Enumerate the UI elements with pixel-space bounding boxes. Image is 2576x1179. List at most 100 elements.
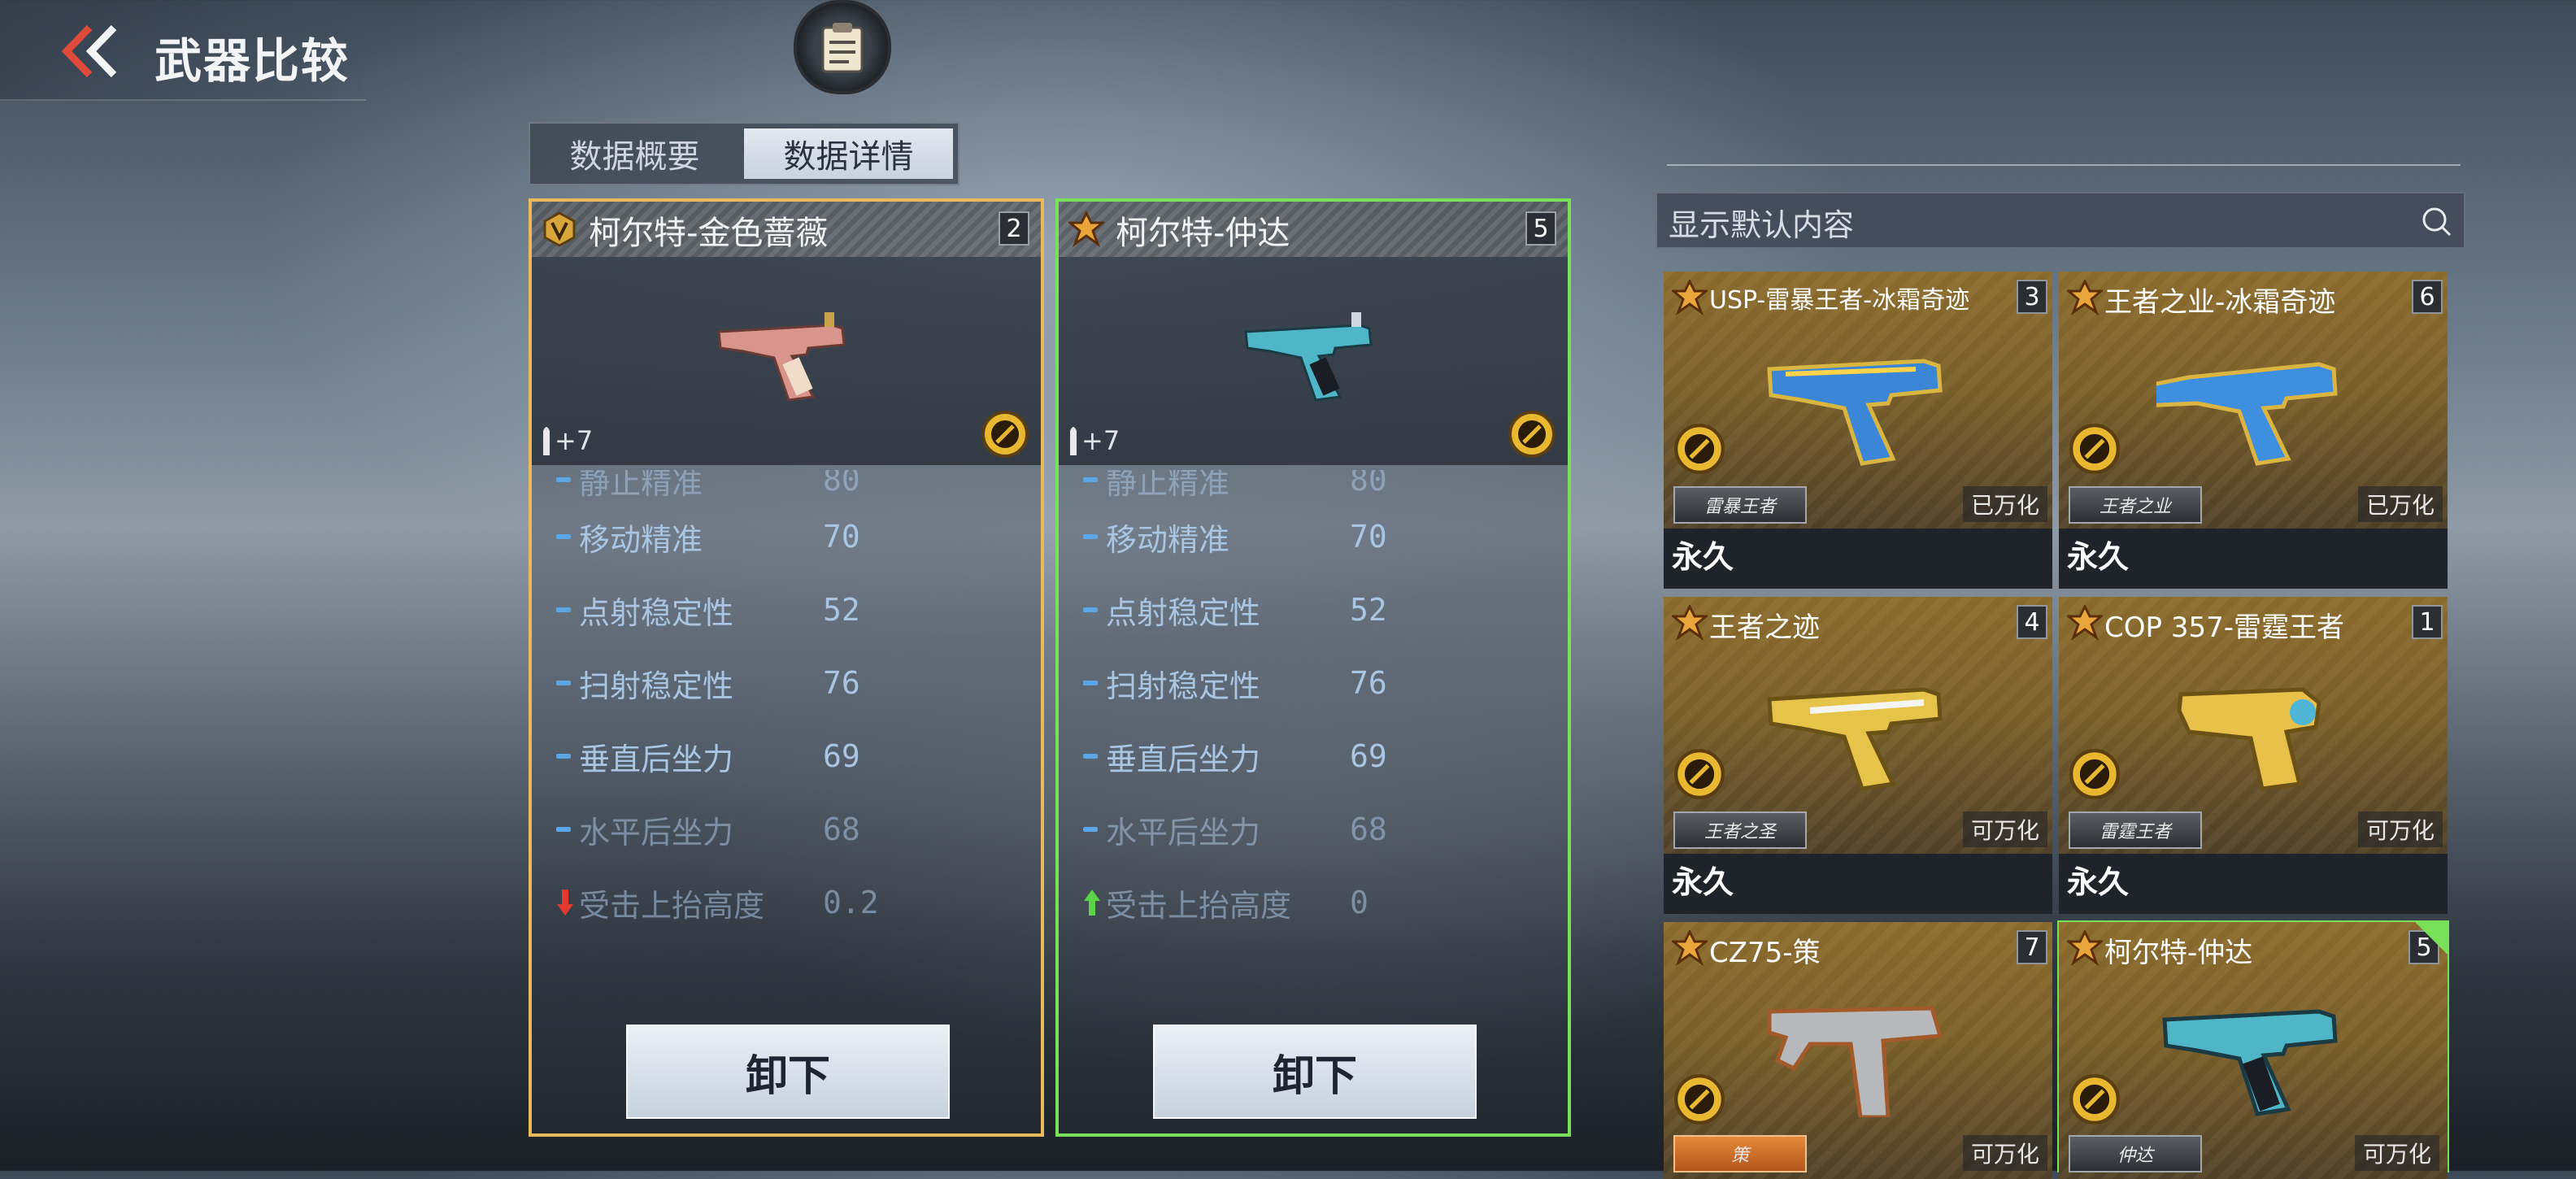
stat-row: 移动精准 70 bbox=[1083, 512, 1387, 561]
compare-panel-right: 柯尔特-仲达 5 +7 静止精准 80 移动精准 70 点射稳定性 52 扫射稳定性 7… bbox=[1055, 198, 1571, 1137]
pistol-class-coin-icon bbox=[2069, 424, 2120, 474]
card-weapon-name: COP 357-雷霆王者 bbox=[2104, 611, 2344, 644]
pistol-teal-icon bbox=[2162, 1009, 2338, 1116]
card-weapon-name: CZ75-策 bbox=[1709, 937, 1821, 969]
unload-button[interactable]: 卸下 bbox=[626, 1025, 950, 1119]
bullet-icon bbox=[543, 427, 550, 455]
upgrade-status: 可万化 bbox=[2354, 1135, 2439, 1171]
card-weapon-name: 王者之业-冰霜奇迹 bbox=[2104, 286, 2336, 319]
neutral-mark-icon bbox=[1083, 681, 1098, 685]
card-image: COP 357-雷霆王者 1 雷霆王者 可万化 bbox=[2059, 597, 2448, 854]
pistol-class-coin-icon bbox=[1674, 1074, 1725, 1125]
neutral-mark-icon bbox=[1083, 477, 1098, 482]
pistol-class-coin-icon bbox=[1674, 749, 1725, 799]
ammo-bonus: +7 bbox=[555, 425, 594, 456]
stat-row: 静止精准 80 bbox=[556, 470, 860, 504]
rank-badge-icon bbox=[1068, 211, 1104, 247]
clipboard-icon bbox=[821, 23, 864, 73]
ammo-bonus: +7 bbox=[1081, 425, 1120, 456]
stat-row: 点射稳定性 52 bbox=[1083, 585, 1387, 634]
skin-emblem: 王者之圣 bbox=[1673, 811, 1807, 849]
stat-row: 扫射稳定性 76 bbox=[1083, 659, 1387, 707]
back-chevron-icon bbox=[61, 24, 117, 78]
arrow-up-green-icon bbox=[1084, 890, 1100, 916]
neutral-mark-icon bbox=[556, 681, 571, 685]
pistol-blue-gold-icon bbox=[1767, 359, 1943, 466]
neutral-mark-icon bbox=[556, 534, 571, 539]
revolver-gold-icon bbox=[2177, 687, 2321, 791]
upgrade-status: 可万化 bbox=[1962, 811, 2047, 847]
rank-badge-icon bbox=[2067, 280, 2103, 315]
neutral-mark-icon bbox=[1083, 607, 1098, 612]
weapon-card[interactable]: CZ75-策 7 策 可万化 bbox=[1664, 922, 2052, 1179]
pistol-class-coin-icon bbox=[2069, 749, 2120, 799]
weapon-card[interactable]: USP-雷暴王者-冰霜奇迹 3 雷暴王者 已万化 永久 bbox=[1664, 272, 2052, 589]
stats-list: 静止精准 80 移动精准 70 点射稳定性 52 扫射稳定性 76 垂直后坐力 69 水平… bbox=[548, 470, 1020, 925]
stat-row: 静止精准 80 bbox=[1083, 470, 1387, 504]
weapon-preview: +7 bbox=[1059, 257, 1568, 465]
neutral-mark-icon bbox=[556, 827, 571, 832]
weapon-preview: +7 bbox=[532, 257, 1041, 465]
card-weapon-name: 王者之迹 bbox=[1709, 611, 1820, 644]
rank-badge-icon bbox=[1672, 605, 1708, 641]
weapon-count-badge: 2 bbox=[999, 211, 1029, 246]
neutral-mark-icon bbox=[1083, 534, 1098, 539]
compare-panel-left: 柯尔特-金色蔷薇 2 +7 静止精准 80 移动精准 70 点射稳定性 52 扫射稳定… bbox=[529, 198, 1044, 1137]
card-count-badge: 1 bbox=[2412, 605, 2443, 639]
divider bbox=[1667, 164, 2461, 166]
selected-check-icon bbox=[2415, 922, 2448, 955]
search-icon[interactable] bbox=[2420, 205, 2452, 237]
card-image: CZ75-策 7 策 可万化 bbox=[1664, 922, 2052, 1179]
rank-badge-icon bbox=[1672, 280, 1708, 315]
skin-emblem: 仲达 bbox=[2069, 1135, 2202, 1172]
neutral-mark-icon bbox=[556, 754, 571, 759]
pistol-class-coin-icon bbox=[1508, 411, 1556, 458]
skin-emblem: 雷霆王者 bbox=[2069, 811, 2202, 849]
card-count-badge: 6 bbox=[2412, 280, 2443, 314]
card-weapon-name: USP-雷暴王者-冰霜奇迹 bbox=[1709, 286, 1970, 315]
stat-row: 受击上抬高度 0.2 bbox=[556, 878, 879, 925]
back-button[interactable] bbox=[57, 23, 122, 80]
card-weapon-name: 柯尔特-仲达 bbox=[2104, 937, 2253, 969]
weapon-card[interactable]: COP 357-雷霆王者 1 雷霆王者 可万化 永久 bbox=[2059, 597, 2448, 914]
pistol-teal-icon bbox=[1244, 312, 1373, 402]
card-image: USP-雷暴王者-冰霜奇迹 3 雷暴王者 已万化 bbox=[1664, 272, 2052, 529]
weapon-card[interactable]: 王者之业-冰霜奇迹 6 王者之业 已万化 永久 bbox=[2059, 272, 2448, 589]
upgrade-status: 已万化 bbox=[1962, 486, 2047, 522]
search-placeholder: 显示默认内容 bbox=[1669, 207, 1855, 243]
stats-list: 静止精准 80 移动精准 70 点射稳定性 52 扫射稳定性 76 垂直后坐力 69 水平… bbox=[1075, 470, 1547, 925]
neutral-mark-icon bbox=[556, 607, 571, 612]
weapon-card[interactable]: 王者之迹 4 王者之圣 可万化 永久 bbox=[1664, 597, 2052, 914]
card-count-badge: 7 bbox=[2017, 930, 2047, 964]
card-image: 王者之业-冰霜奇迹 6 王者之业 已万化 bbox=[2059, 272, 2448, 529]
weapon-card-selected[interactable]: 柯尔特-仲达 5 仲达 可万化 bbox=[2057, 920, 2449, 1179]
weapon-name: 柯尔特-金色蔷薇 bbox=[589, 215, 829, 252]
stat-row: 垂直后坐力 69 bbox=[1083, 732, 1387, 781]
bullet-icon bbox=[1070, 427, 1077, 455]
panel-header: 柯尔特-金色蔷薇 2 bbox=[532, 202, 1041, 257]
duration-label: 永久 bbox=[1672, 864, 1734, 900]
unload-button[interactable]: 卸下 bbox=[1153, 1025, 1477, 1119]
neutral-mark-icon bbox=[1083, 827, 1098, 832]
rank-badge-icon bbox=[543, 211, 576, 247]
rank-badge-icon bbox=[2067, 605, 2103, 641]
search-bar[interactable]: 显示默认内容 bbox=[1656, 192, 2465, 249]
skin-emblem: 王者之业 bbox=[2069, 486, 2202, 524]
card-count-badge: 4 bbox=[2017, 605, 2047, 639]
skin-emblem: 雷暴王者 bbox=[1673, 486, 1807, 524]
tab-data-details[interactable]: 数据详情 bbox=[744, 128, 953, 179]
duration-label: 永久 bbox=[2067, 864, 2130, 900]
rank-badge-icon bbox=[1672, 930, 1708, 966]
duration-label: 永久 bbox=[2067, 539, 2130, 575]
stat-row: 移动精准 70 bbox=[556, 512, 860, 561]
pistol-gold-white-icon bbox=[1767, 687, 1943, 791]
pistol-class-coin-icon bbox=[1674, 424, 1725, 474]
tab-data-summary[interactable]: 数据概要 bbox=[530, 124, 739, 184]
skin-emblem: 策 bbox=[1673, 1135, 1807, 1172]
ammo-indicator: +7 bbox=[1068, 424, 1120, 457]
notes-button[interactable] bbox=[794, 0, 891, 94]
pistol-class-coin-icon bbox=[981, 411, 1029, 458]
ammo-indicator: +7 bbox=[542, 424, 593, 457]
stat-row: 扫射稳定性 76 bbox=[556, 659, 860, 707]
stat-row: 点射稳定性 52 bbox=[556, 585, 860, 634]
